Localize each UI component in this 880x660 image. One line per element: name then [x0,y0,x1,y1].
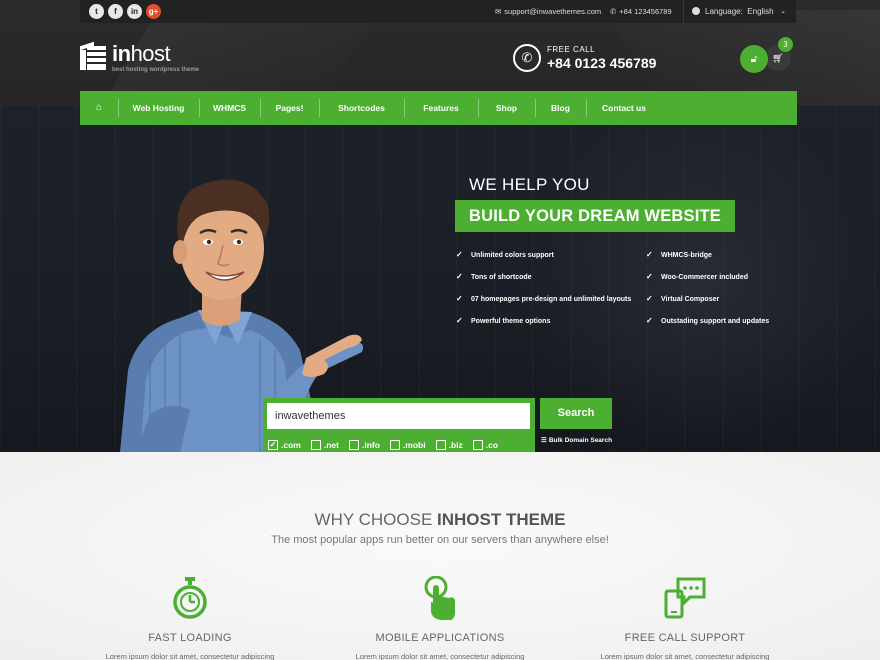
free-call: ✆ FREE CALL +84 0123 456789 [513,44,656,72]
check-icon: ✓ [646,250,653,259]
unlock-icon: 🔓︎ [750,53,758,65]
home-icon[interactable]: ⌂ [80,91,118,125]
feature-column-mobile-applications: MOBILE APPLICATIONS Lorem ipsum dolor si… [340,575,540,660]
nav-item-features[interactable]: Features [404,91,478,125]
nav-item-pages[interactable]: Pages! [260,91,319,125]
twitter-icon[interactable]: t [89,4,104,19]
column-title: MOBILE APPLICATIONS [375,632,505,644]
checkbox-icon [310,440,321,450]
feature-item: ✓ Outstading support and updates [646,316,770,325]
feature-item: ✓ Unlimited colors support [456,250,554,259]
check-icon: ✓ [456,272,463,281]
check-icon: ✓ [456,294,463,303]
tld-checkbox-biz[interactable]: .biz [435,440,463,450]
check-icon: ✓ [646,316,653,325]
top-email[interactable]: ✉ support@inwavethemes.com [495,0,601,23]
language-selector[interactable]: Language: English ⌄ [683,0,796,23]
check-icon: ✓ [646,272,653,281]
column-text: Lorem ipsum dolor sit amet, consectetur … [600,652,770,660]
column-text: Lorem ipsum dolor sit amet, consectetur … [355,652,525,660]
domain-search-button[interactable]: Search [540,398,612,429]
tld-checkbox-co[interactable]: .co [472,440,498,450]
touch-hand-icon [340,575,540,620]
checkbox-icon [472,440,483,450]
why-choose-subtitle: The most popular apps run better on our … [271,534,609,546]
hero-subtitle: WE HELP YOU [469,175,590,194]
hero-title: BUILD YOUR DREAM WEBSITE [455,200,735,232]
nav-item-blog[interactable]: Blog [535,91,586,125]
site-logo[interactable]: inhost best hosting wordpress theme [80,42,199,73]
chevron-down-icon: ⌄ [780,8,786,15]
nav-item-contact-us[interactable]: Contact us [586,91,662,125]
nav-item-web-hosting[interactable]: Web Hosting [118,91,199,125]
feature-item: ✓ 07 homepages pre-design and unlimited l… [456,294,632,303]
linkedin-icon[interactable]: in [127,4,142,19]
list-icon: ☰ [541,437,547,444]
tld-checkbox-net[interactable]: .net [310,440,339,450]
tld-checkbox-mobi[interactable]: .mobi [389,440,426,450]
check-icon: ✓ [456,250,463,259]
envelope-icon: ✉ [495,7,502,16]
checkbox-icon [348,440,359,450]
tld-options: ✓ .com .net .info .mobi .biz .co [268,440,508,450]
feature-column-fast-loading: FAST LOADING Lorem ipsum dolor sit amet,… [90,575,290,660]
phone-icon: ✆ [610,7,617,16]
checkbox-icon [389,440,400,450]
main-nav: ⌂ Web Hosting WHMCS Pages! Shortcodes Fe… [80,91,797,125]
top-bar: t f in g+ ✉ support@inwavethemes.com ✆ +84… [80,0,796,23]
feature-item: ✓ Virtual Composer [646,294,720,303]
facebook-icon[interactable]: f [108,4,123,19]
feature-item: ✓ Tons of shortcode [456,272,532,281]
bulk-domain-search-link[interactable]: ☰ Bulk Domain Search [541,436,612,444]
column-title: FREE CALL SUPPORT [624,632,746,644]
google-plus-icon[interactable]: g+ [146,4,161,19]
column-text: Lorem ipsum dolor sit amet, consectetur … [105,652,275,660]
domain-search-box: ✓.com .net .info .mobi .biz .co [263,398,535,460]
feature-item: ✓ Woo-Commercer included [646,272,748,281]
nav-item-shortcodes[interactable]: Shortcodes [319,91,404,125]
building-logo-icon [80,41,106,70]
feature-item: ✓ Powerful theme options [456,316,551,325]
stopwatch-icon [90,575,290,620]
globe-icon [692,7,700,15]
checkbox-icon [435,440,446,450]
cart-icon: 🛒︎ [772,52,784,63]
checkbox-checked-icon: ✓ [268,440,278,450]
brand-tagline: best hosting wordpress theme [112,67,200,73]
feature-item: ✓ WHMCS-bridge [646,250,712,259]
why-choose-title: WHY CHOOSE INHOST THEME [314,510,566,529]
free-call-number[interactable]: +84 0123 456789 [547,55,656,71]
check-icon: ✓ [646,294,653,303]
column-title: FAST LOADING [148,632,232,644]
check-icon: ✓ [456,316,463,325]
tld-checkbox-info[interactable]: .info [348,440,380,450]
login-button[interactable]: 🔓︎ [740,45,768,73]
nav-item-shop[interactable]: Shop [478,91,535,125]
phone-circle-icon: ✆ [513,44,541,72]
tld-checkbox-com[interactable]: ✓ .com [268,440,301,450]
social-links: t f in g+ [89,4,161,19]
top-phone: ✆ +84 123456789 [610,7,672,16]
brand-name: inhost [112,41,171,66]
phone-chat-icon [585,575,785,620]
cart-count-badge: 3 [778,37,793,52]
feature-column-free-call-support: FREE CALL SUPPORT Lorem ipsum dolor sit … [585,575,785,660]
domain-search-input[interactable] [267,403,530,429]
nav-item-whmcs[interactable]: WHMCS [199,91,260,125]
free-call-label: FREE CALL [547,45,596,54]
